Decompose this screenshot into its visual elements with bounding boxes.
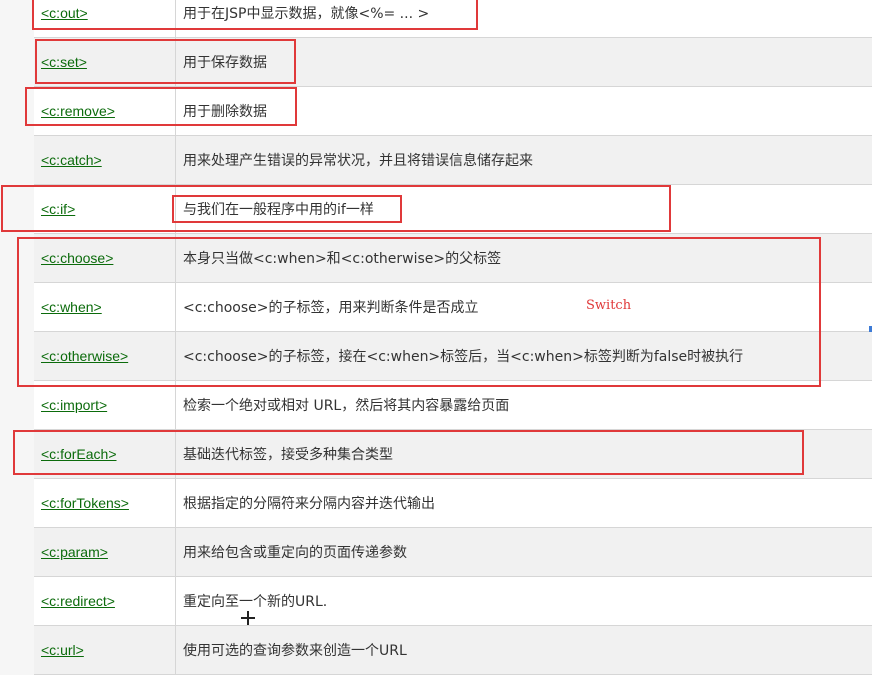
tag-description: 用于保存数据 (183, 55, 267, 71)
tag-description: 重定向至一个新的URL. (183, 594, 328, 610)
tag-description: <c:choose>的子标签，接在<c:when>标签后，当<c:when>标签… (183, 349, 744, 365)
tag-description: 本身只当做<c:when>和<c:otherwise>的父标签 (183, 251, 502, 267)
tag-description: 与我们在一般程序中用的if一样 (183, 202, 374, 218)
tag-link-choose[interactable]: <c:choose> (41, 250, 113, 266)
tag-description: 用于删除数据 (183, 104, 267, 120)
tag-link-url[interactable]: <c:url> (41, 642, 84, 658)
table-row: <c:import> 检索一个绝对或相对 URL，然后将其内容暴露给页面 (34, 380, 872, 430)
tag-link-set[interactable]: <c:set> (41, 54, 87, 70)
document-page: <c:out> 用于在JSP中显示数据，就像<%= ... > <c:set> … (0, 0, 872, 675)
table-row: <c:when> <c:choose>的子标签，用来判断条件是否成立 (34, 282, 872, 332)
tag-description: 检索一个绝对或相对 URL，然后将其内容暴露给页面 (183, 398, 510, 414)
tag-link-otherwise[interactable]: <c:otherwise> (41, 348, 128, 364)
tag-link-foreach[interactable]: <c:forEach> (41, 446, 117, 462)
tag-description: <c:choose>的子标签，用来判断条件是否成立 (183, 300, 479, 316)
table-row: <c:set> 用于保存数据 (34, 37, 872, 87)
tag-description: 用来处理产生错误的异常状况，并且将错误信息储存起来 (183, 153, 533, 169)
table-row: <c:out> 用于在JSP中显示数据，就像<%= ... > (34, 0, 872, 38)
table-row: <c:remove> 用于删除数据 (34, 86, 872, 136)
table-row: <c:choose> 本身只当做<c:when>和<c:otherwise>的父… (34, 233, 872, 283)
tag-description: 基础迭代标签，接受多种集合类型 (183, 447, 393, 463)
table-row: <c:param> 用来给包含或重定向的页面传递参数 (34, 527, 872, 577)
left-gutter (0, 0, 34, 675)
tag-link-catch[interactable]: <c:catch> (41, 152, 102, 168)
tag-link-import[interactable]: <c:import> (41, 397, 107, 413)
tag-description: 用来给包含或重定向的页面传递参数 (183, 545, 407, 561)
tag-link-out[interactable]: <c:out> (41, 5, 88, 21)
table-row: <c:catch> 用来处理产生错误的异常状况，并且将错误信息储存起来 (34, 135, 872, 185)
jstl-core-tags-table: <c:out> 用于在JSP中显示数据，就像<%= ... > <c:set> … (34, 0, 872, 675)
switch-annotation: Switch (586, 298, 632, 313)
tag-description: 使用可选的查询参数来创造一个URL (183, 643, 407, 659)
tag-link-param[interactable]: <c:param> (41, 544, 108, 560)
table-row: <c:if> 与我们在一般程序中用的if一样 (34, 184, 872, 234)
tag-link-redirect[interactable]: <c:redirect> (41, 593, 115, 609)
tag-link-when[interactable]: <c:when> (41, 299, 102, 315)
tag-link-remove[interactable]: <c:remove> (41, 103, 115, 119)
tag-link-fortokens[interactable]: <c:forTokens> (41, 495, 129, 511)
tag-description: 根据指定的分隔符来分隔内容并迭代输出 (183, 496, 435, 512)
table-row: <c:redirect> 重定向至一个新的URL. (34, 576, 872, 626)
tag-link-if[interactable]: <c:if> (41, 201, 75, 217)
mouse-cursor-icon (241, 611, 255, 625)
table-row: <c:forTokens> 根据指定的分隔符来分隔内容并迭代输出 (34, 478, 872, 528)
tag-description: 用于在JSP中显示数据，就像<%= ... > (183, 6, 430, 22)
table-row: <c:otherwise> <c:choose>的子标签，接在<c:when>标… (34, 331, 872, 381)
table-row: <c:forEach> 基础迭代标签，接受多种集合类型 (34, 429, 872, 479)
table-row: <c:url> 使用可选的查询参数来创造一个URL (34, 625, 872, 675)
